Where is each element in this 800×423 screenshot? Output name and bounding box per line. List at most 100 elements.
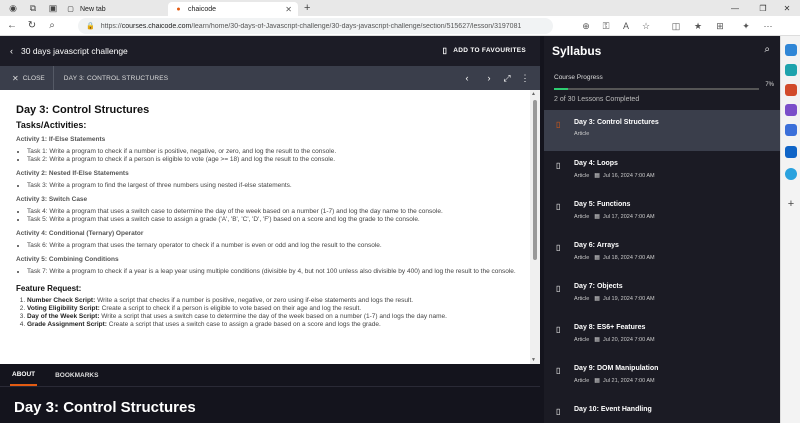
- url-text: https://courses.chaicode.com/learn/home/…: [100, 22, 522, 30]
- article-icon: ▯: [556, 161, 561, 170]
- task-item: Task 4: Write a program that uses a swit…: [27, 208, 527, 216]
- window-close-button[interactable]: ✕: [772, 0, 800, 16]
- feature-item: Grade Assignment Script: Create a script…: [27, 321, 527, 329]
- article-icon: ▯: [556, 366, 561, 375]
- lesson-title: DAY 3: CONTROL STRUCTURES: [63, 74, 169, 82]
- back-icon[interactable]: ←: [4, 18, 20, 34]
- article-icon: ▯: [556, 202, 561, 211]
- lesson-name: Day 5: Functions: [574, 201, 631, 208]
- lesson-type: Article: [574, 213, 590, 220]
- article-icon: ▯: [556, 325, 561, 334]
- task-list: Task 7: Write a program to check if a ye…: [27, 268, 540, 276]
- copilot-icon[interactable]: ✦: [738, 18, 754, 34]
- feature-item: Voting Eligibility Script: Create a scri…: [27, 305, 527, 313]
- lessons-completed: 2 of 30 Lessons Completed: [554, 96, 640, 103]
- refresh-icon[interactable]: ↻: [24, 18, 40, 34]
- browser-tab-newtab[interactable]: ▢ New tab: [60, 2, 168, 16]
- address-bar[interactable]: 🔒 https://courses.chaicode.com/learn/hom…: [78, 18, 553, 34]
- more-menu-icon[interactable]: ⋯: [760, 18, 776, 34]
- profile-icon[interactable]: ◉: [6, 1, 20, 15]
- activity-heading: Activity 5: Combining Conditions: [16, 256, 119, 263]
- course-header: ‹ 30 days javascript challenge ▯ ADD TO …: [0, 36, 540, 66]
- tasks-heading: Tasks/Activities:: [16, 120, 87, 130]
- calendar-icon: ▦: [594, 337, 600, 343]
- previous-lesson-icon[interactable]: ‹: [460, 71, 474, 85]
- syllabus-item[interactable]: ▯ Day 5: Functions Article ▦ Jul 17, 2024 …: [544, 192, 780, 233]
- lesson-date: Jul 17, 2024 7:00 AM: [602, 213, 655, 220]
- tab-title: New tab: [80, 5, 106, 13]
- extensions-icon[interactable]: ⚿: [598, 18, 614, 34]
- app-available-icon[interactable]: ⊕: [578, 18, 594, 34]
- fullscreen-icon[interactable]: ⤢: [500, 71, 514, 85]
- syllabus-item[interactable]: ▯ Day 4: Loops Article ▦ Jul 16, 2024 7:00…: [544, 151, 780, 192]
- add-sidebar-icon[interactable]: +: [785, 198, 797, 210]
- newtab-page-icon: ▢: [67, 6, 74, 13]
- lesson-document: Day 3: Control Structures Tasks/Activiti…: [0, 90, 540, 364]
- tab-bookmarks[interactable]: BOOKMARKS: [55, 372, 98, 379]
- browser-toolbar: ← ↻ ⌕ 🔒 https://courses.chaicode.com/lea…: [0, 16, 800, 36]
- article-icon: ▯: [556, 284, 561, 293]
- lesson-date: Jul 21, 2024 7:00 AM: [602, 377, 655, 384]
- syllabus-title: Syllabus: [552, 44, 602, 58]
- task-list: Task 1: Write a program to check if a nu…: [27, 148, 540, 164]
- lesson-name: Day 7: Objects: [574, 283, 623, 290]
- about-title: Day 3: Control Structures: [14, 399, 196, 416]
- lesson-bar: ✕ CLOSE DAY 3: CONTROL STRUCTURES ‹ › ⤢ …: [0, 66, 540, 90]
- syllabus-item[interactable]: ▯ Day 9: DOM Manipulation Article ▦ Jul 21…: [544, 356, 780, 397]
- outlook-icon[interactable]: [785, 146, 797, 158]
- chaicode-favicon-icon: ●: [176, 5, 181, 13]
- tab-actions-icon[interactable]: ▣: [46, 1, 60, 15]
- lesson-name: Day 6: Arrays: [574, 242, 619, 249]
- back-chevron-icon[interactable]: ‹: [10, 46, 13, 56]
- favorite-star-icon[interactable]: ☆: [638, 18, 654, 34]
- telegram-icon[interactable]: [785, 168, 797, 180]
- calendar-icon: ▦: [594, 296, 600, 302]
- search-sidebar-icon[interactable]: [785, 44, 797, 56]
- syllabus-item[interactable]: ▯ Day 10: Event Handling: [544, 397, 780, 423]
- workspaces-icon[interactable]: ⧉: [26, 1, 40, 15]
- new-tab-button[interactable]: +: [304, 2, 310, 14]
- task-item: Task 5: Write a program that uses a swit…: [27, 216, 527, 224]
- calendar-icon: ▦: [594, 378, 600, 384]
- browser-tab-chaicode[interactable]: ● chaicode ✕: [168, 2, 298, 16]
- feature-item: Number Check Script: Write a script that…: [27, 297, 527, 305]
- syllabus-item[interactable]: ▯ Day 3: Control Structures Article: [544, 110, 780, 151]
- browser-tab-bar: ◉ ⧉ ▣ ▢ New tab ● chaicode ✕ + — ❐ ✕: [0, 0, 800, 16]
- lesson-meta: Article ▦ Jul 18, 2024 7:00 AM: [574, 254, 780, 262]
- article-icon: ▯: [556, 120, 561, 129]
- copilot-sidebar-icon[interactable]: [785, 124, 797, 136]
- task-list: Task 3: Write a program to find the larg…: [27, 182, 540, 190]
- add-to-favourites-button[interactable]: ▯ ADD TO FAVOURITES: [443, 46, 526, 55]
- scroll-thumb[interactable]: [533, 100, 537, 260]
- collections-icon[interactable]: ⊞: [712, 18, 728, 34]
- games-icon[interactable]: [785, 104, 797, 116]
- lesson-type: Article: [574, 336, 590, 343]
- search-icon[interactable]: ⌕: [764, 44, 770, 55]
- scroll-down-icon[interactable]: ▼: [531, 357, 536, 363]
- lesson-type: Article: [574, 131, 590, 137]
- read-aloud-icon[interactable]: A: [618, 18, 634, 34]
- syllabus-item[interactable]: ▯ Day 6: Arrays Article ▦ Jul 18, 2024 7:0…: [544, 233, 780, 274]
- lesson-type: Article: [574, 172, 590, 179]
- search-icon[interactable]: ⌕: [44, 18, 60, 34]
- doc-scrollbar[interactable]: ▲ ▼: [530, 90, 540, 364]
- more-options-icon[interactable]: ⋮: [518, 71, 532, 85]
- tools-icon[interactable]: [785, 84, 797, 96]
- calendar-icon: ▦: [594, 214, 600, 220]
- scroll-up-icon[interactable]: ▲: [531, 91, 536, 97]
- syllabus-item[interactable]: ▯ Day 7: Objects Article ▦ Jul 19, 2024 7:…: [544, 274, 780, 315]
- syllabus-list: ▯ Day 3: Control Structures Article ▯ Da…: [544, 110, 780, 423]
- lesson-meta: Article ▦ Jul 19, 2024 7:00 AM: [574, 295, 780, 303]
- favorites-icon[interactable]: ★: [690, 18, 706, 34]
- next-lesson-icon[interactable]: ›: [482, 71, 496, 85]
- minimize-button[interactable]: —: [720, 0, 750, 16]
- close-button[interactable]: ✕ CLOSE: [12, 74, 45, 83]
- tab-title: chaicode: [188, 5, 217, 13]
- shopping-icon[interactable]: [785, 64, 797, 76]
- course-title[interactable]: 30 days javascript challenge: [21, 46, 128, 56]
- lesson-name: Day 9: DOM Manipulation: [574, 365, 659, 372]
- syllabus-item[interactable]: ▯ Day 8: ES6+ Features Article ▦ Jul 20, 2…: [544, 315, 780, 356]
- tab-about[interactable]: ABOUT: [10, 364, 38, 386]
- close-tab-icon[interactable]: ✕: [285, 5, 292, 14]
- split-screen-icon[interactable]: ◫: [668, 18, 684, 34]
